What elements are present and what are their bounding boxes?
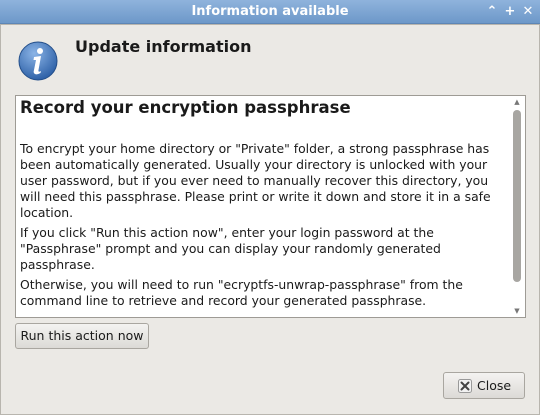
shade-button[interactable]: ⌃: [484, 3, 500, 20]
scrollbar-thumb[interactable]: [513, 110, 521, 282]
paragraph-3: Otherwise, you will need to run "ecryptf…: [20, 277, 463, 308]
close-icon: [458, 379, 472, 393]
window-titlebar[interactable]: Information available ⌃ + ✕: [0, 0, 540, 24]
scroll-up-arrow-icon[interactable]: ▲: [509, 96, 525, 108]
close-label: Close: [477, 378, 512, 393]
paragraph-1: To encrypt your home directory or "Priva…: [20, 141, 491, 220]
info-text-area[interactable]: Record your encryption passphrase To enc…: [15, 95, 526, 318]
close-button[interactable]: Close: [443, 372, 525, 399]
paragraph-2: If you click "Run this action now", ente…: [20, 225, 441, 272]
dialog-header-title: Update information: [75, 37, 252, 56]
content-heading: Record your encryption passphrase: [20, 98, 351, 117]
run-action-button[interactable]: Run this action now: [15, 323, 149, 349]
window-close-button[interactable]: ✕: [520, 3, 536, 20]
window-title: Information available: [191, 4, 349, 19]
maximize-button[interactable]: +: [502, 3, 518, 20]
scroll-down-arrow-icon[interactable]: ▼: [509, 305, 525, 317]
vertical-scrollbar[interactable]: ▲ ▼: [509, 96, 525, 317]
info-icon: [18, 41, 58, 81]
